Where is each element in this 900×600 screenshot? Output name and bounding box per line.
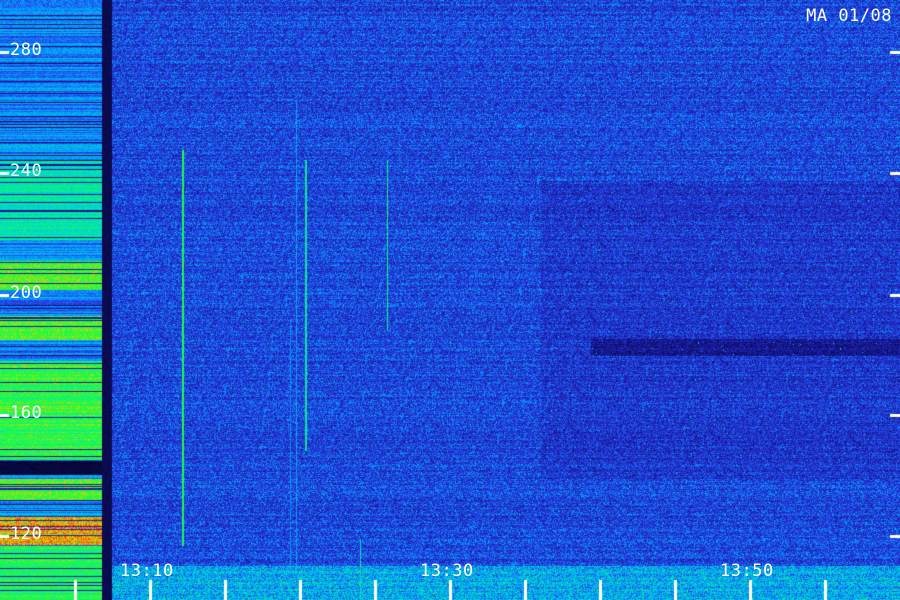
spectrogram-canvas xyxy=(0,0,900,600)
station-date-label: MA 01/08 xyxy=(806,6,892,26)
y-tick-label-200: 200 xyxy=(10,283,43,303)
x-tick-label-1330: 13:30 xyxy=(420,561,474,581)
spectrogram-view: MA 01/08 280 240 200 160 120 13:10 13:30… xyxy=(0,0,900,600)
x-tick-label-1310: 13:10 xyxy=(120,561,174,581)
x-tick-label-1350: 13:50 xyxy=(720,561,774,581)
y-tick-label-160: 160 xyxy=(10,403,43,423)
y-tick-label-240: 240 xyxy=(10,161,43,181)
y-tick-label-120: 120 xyxy=(10,524,43,544)
y-tick-label-280: 280 xyxy=(10,40,43,60)
